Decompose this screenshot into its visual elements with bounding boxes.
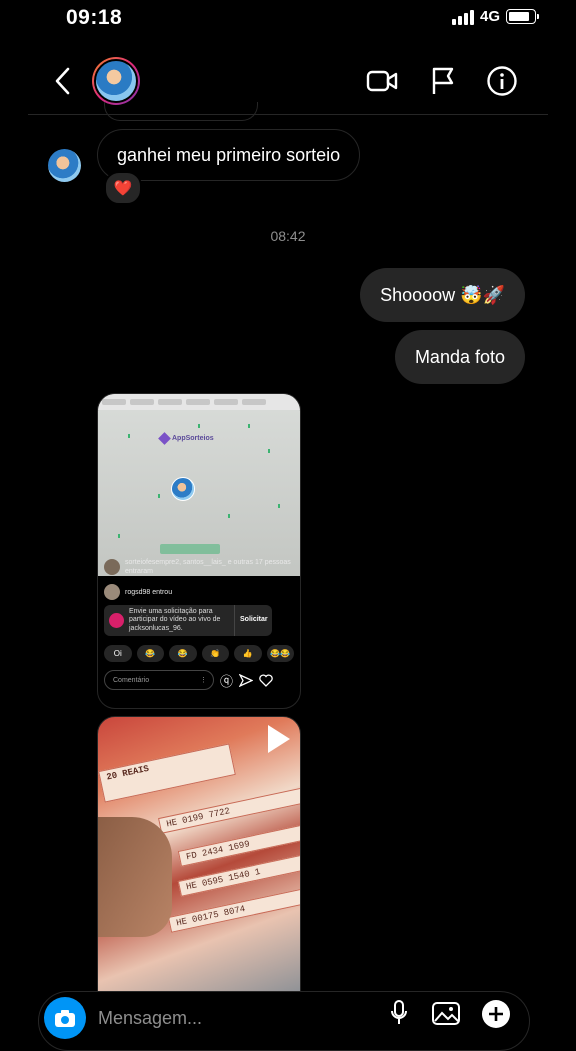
live-join-row: sorteiofesempre2, santos__lais_ e outras… [98, 558, 300, 576]
image-icon [432, 1002, 460, 1025]
shared-screenshot[interactable]: AppSorteios sorteiofesempre2, santos__la… [97, 393, 301, 709]
camera-icon [55, 1010, 75, 1027]
message-timestamp: 08:42 [270, 228, 306, 244]
live-request-icon [109, 613, 124, 628]
back-button[interactable] [48, 64, 76, 98]
add-button[interactable] [480, 998, 512, 1030]
message-input[interactable]: Mensagem... [98, 1008, 202, 1029]
status-indicators: 4G [451, 8, 539, 25]
report-button[interactable] [428, 64, 458, 98]
battery-icon [506, 9, 539, 24]
video-call-button[interactable] [364, 66, 400, 96]
outgoing-message-1[interactable]: Shoooow 🤯🚀 [360, 268, 525, 322]
info-icon [487, 66, 517, 96]
hand [98, 817, 172, 937]
app-logo: AppSorteios [158, 432, 214, 445]
live-request-box: Envie uma solicitação para participar do… [104, 605, 272, 636]
microphone-icon [391, 1000, 407, 1024]
camera-button[interactable] [44, 997, 86, 1039]
plus-circle-icon [482, 1000, 510, 1028]
status-time: 09:18 [66, 6, 123, 29]
signal-icon [451, 9, 474, 25]
question-icon: ⓠ [220, 673, 234, 689]
screenshot-avatar [171, 477, 195, 501]
play-icon[interactable] [268, 725, 290, 753]
shared-photo[interactable]: 20 REAIS HE 0199 7722 FD 2434 1699 HE 05… [97, 716, 301, 998]
heart-icon [259, 673, 273, 687]
incoming-message[interactable]: ganhei meu primeiro sorteio [97, 129, 361, 181]
network-label: 4G [479, 8, 500, 25]
chevron-left-icon [55, 67, 70, 95]
contact-avatar[interactable] [92, 57, 140, 105]
outgoing-message-2[interactable]: Manda foto [394, 330, 525, 384]
sender-avatar[interactable] [48, 149, 81, 182]
info-button[interactable] [485, 64, 519, 98]
screenshot-preview: AppSorteios [98, 394, 300, 576]
live-entered-row: rogsd98 entrou [98, 584, 300, 600]
send-icon [239, 673, 254, 687]
flag-icon [432, 67, 454, 94]
emoji-row: Oi 😂 😂 👏 👍 😂😂 [98, 641, 300, 666]
video-camera-icon [366, 70, 398, 92]
heart-reaction[interactable]: ❤️ [104, 171, 142, 205]
comment-row: Comentário ⋮ ⓠ [98, 666, 300, 694]
previous-message-bubble[interactable] [104, 102, 258, 121]
